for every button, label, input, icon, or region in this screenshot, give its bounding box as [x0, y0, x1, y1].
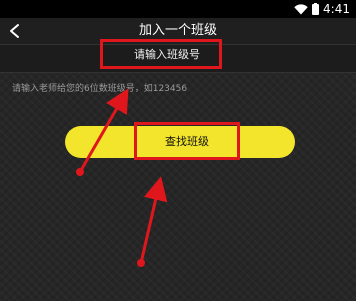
hint-text: 请输入老师给您的6位数班级号，如123456 — [12, 84, 188, 94]
status-icons: 4:41 — [294, 0, 350, 18]
find-class-button-label[interactable]: 查找班级 — [134, 122, 240, 160]
class-number-input[interactable] — [100, 39, 222, 69]
wifi-icon — [294, 4, 308, 15]
annotation-dot-1 — [76, 168, 84, 176]
annotation-dot-2 — [137, 259, 145, 267]
annotation-arrow-2 — [139, 176, 168, 264]
status-bar: 4:41 — [0, 0, 356, 18]
status-time: 4:41 — [323, 2, 350, 16]
battery-icon — [312, 3, 320, 15]
